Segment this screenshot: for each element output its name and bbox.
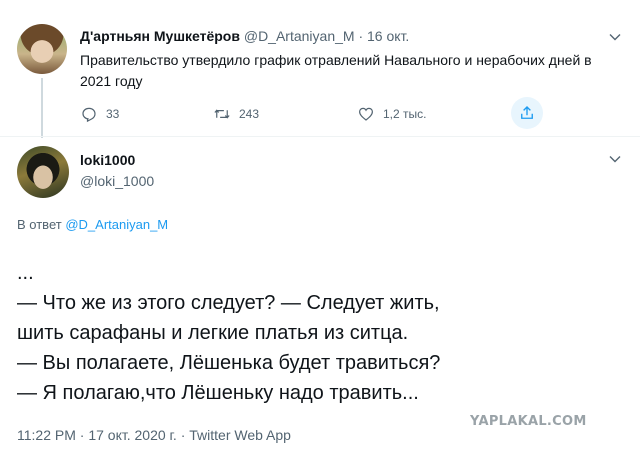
parent-tweet-date[interactable]: 16 окт. — [367, 28, 409, 44]
like-button[interactable]: 1,2 тыс. — [357, 103, 426, 125]
tweet-line: ... — [17, 262, 34, 284]
parent-tweet-text: Правительство утвердило график отравлени… — [80, 52, 592, 89]
reply-icon — [80, 105, 98, 123]
tweet-timestamp[interactable]: 11:22 PM · 17 окт. 2020 г. · Twitter Web… — [17, 427, 291, 443]
parent-avatar[interactable] — [17, 24, 67, 74]
reply-count: 33 — [106, 107, 120, 121]
share-icon — [518, 104, 536, 122]
share-button[interactable] — [511, 97, 543, 129]
chevron-down-icon[interactable] — [608, 30, 622, 44]
parent-tweet-header: Д'артньян Мушкетёров @D_Artaniyan_M · 16… — [80, 28, 409, 44]
chevron-down-icon[interactable] — [608, 152, 622, 166]
replying-to-link[interactable]: @D_Artaniyan_M — [65, 217, 168, 232]
tweet-line: шить сарафаны и легкие платья из ситца. — [17, 322, 409, 344]
retweet-button[interactable]: 243 — [213, 103, 259, 125]
main-author-handle[interactable]: @loki_1000 — [80, 173, 154, 189]
reply-button[interactable]: 33 — [80, 103, 119, 125]
tweet-line: — Вы полагаете, Лёшенька будет травиться… — [17, 352, 441, 374]
like-count: 1,2 тыс. — [383, 107, 427, 121]
heart-icon — [357, 105, 375, 123]
tweet-line: — Я полагаю,что Лёшеньку надо травить... — [17, 382, 419, 404]
retweet-count: 243 — [239, 107, 260, 121]
tweet-line: — Что же из этого следует? — Следует жит… — [17, 292, 440, 314]
retweet-icon — [213, 105, 231, 123]
header-separator: · — [358, 28, 364, 44]
watermark: YAPLAKAL.COM — [470, 414, 587, 429]
parent-tweet[interactable]: Д'артньян Мушкетёров @D_Artaniyan_M · 16… — [0, 0, 640, 140]
tweet-divider — [0, 136, 640, 137]
main-author-name[interactable]: loki1000 — [80, 152, 135, 168]
parent-author-handle[interactable]: @D_Artaniyan_M — [244, 28, 355, 44]
replying-prefix: В ответ — [17, 217, 62, 232]
parent-author-name[interactable]: Д'артньян Мушкетёров — [80, 28, 240, 44]
main-avatar[interactable] — [17, 146, 69, 198]
parent-tweet-actions: 33 243 1,2 тыс. — [80, 97, 560, 129]
replying-to: В ответ @D_Artaniyan_M — [17, 217, 168, 232]
thread-connector-line — [41, 78, 43, 138]
main-tweet-text: ... — Что же из этого следует? — Следует… — [17, 258, 617, 408]
